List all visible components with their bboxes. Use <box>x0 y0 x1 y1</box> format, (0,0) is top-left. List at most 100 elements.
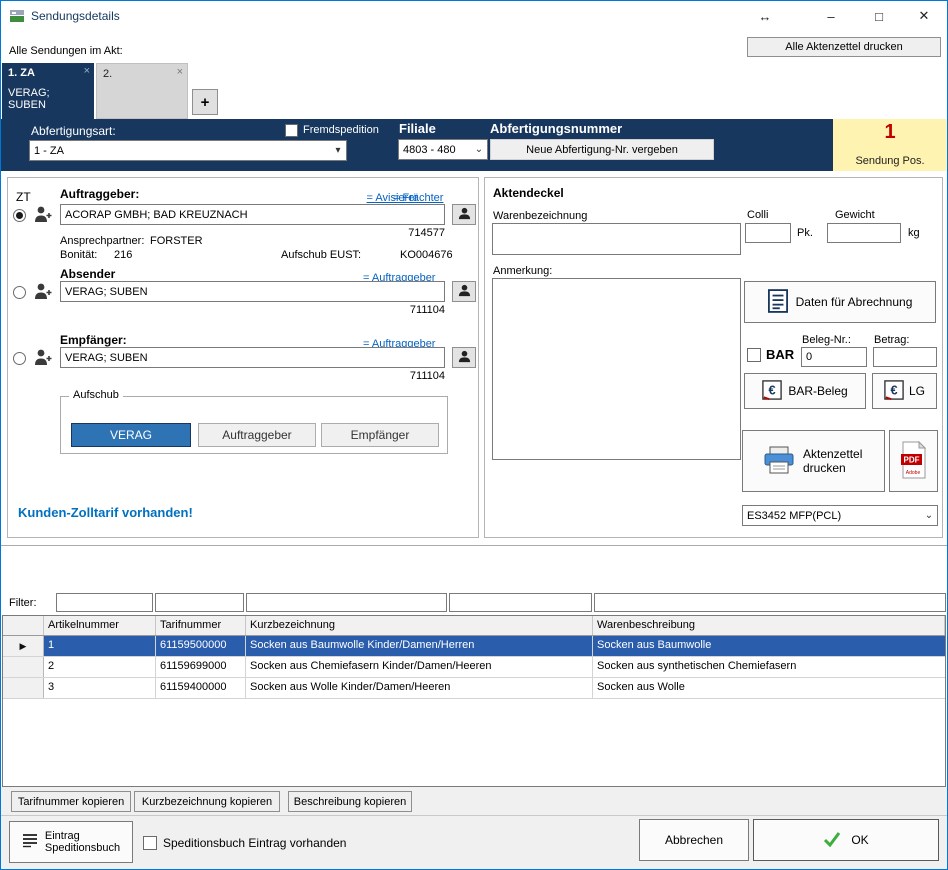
sendungsdetails-window: Sendungsdetails ↔ – □ ✕ Alle Sendungen i… <box>0 0 948 870</box>
column-header-warenbeschreibung[interactable]: Warenbeschreibung <box>593 616 945 635</box>
auftraggeber-input[interactable] <box>60 204 445 225</box>
cell-tarifnummer[interactable]: 61159500000 <box>156 636 246 656</box>
absender-radio[interactable] <box>13 286 26 299</box>
cell-kurzbezeichnung[interactable]: Socken aus Chemiefasern Kinder/Damen/Hee… <box>246 657 593 677</box>
ok-button[interactable]: OK <box>753 819 939 861</box>
filter-input-3[interactable] <box>246 593 447 612</box>
cell-kurzbezeichnung[interactable]: Socken aus Baumwolle Kinder/Damen/Herren <box>246 636 593 656</box>
warenbezeichnung-input[interactable] <box>492 223 741 255</box>
kurzbezeichnung-kopieren-button[interactable]: Kurzbezeichnung kopieren <box>134 791 280 812</box>
tab1-title: 1. ZA <box>8 67 35 79</box>
person-add-icon <box>33 348 53 372</box>
printer-select-value: ES3452 MFP(PCL) <box>747 510 841 522</box>
fremdspedition-label: Fremdspedition <box>303 124 379 136</box>
column-header-kurzbezeichnung[interactable]: Kurzbezeichnung <box>246 616 593 635</box>
svg-text:Adobe: Adobe <box>905 470 920 476</box>
cell-artikelnummer[interactable]: 1 <box>44 636 156 656</box>
pdf-button[interactable]: PDFAdobe <box>889 430 938 492</box>
filter-input-2[interactable] <box>155 593 244 612</box>
bar-beleg-button[interactable]: € BAR-Beleg <box>744 373 866 409</box>
filter-input-4[interactable] <box>449 593 592 612</box>
resize-button[interactable]: ↔ <box>749 3 781 29</box>
eintrag-speditionsbuch-button[interactable]: Eintrag Speditionsbuch <box>9 821 133 863</box>
neue-abfertigung-button[interactable]: Neue Abfertigung-Nr. vergeben <box>490 139 714 160</box>
absender-contact-button[interactable] <box>452 281 476 302</box>
gewicht-unit-label: kg <box>908 227 920 239</box>
aufschub-eust-value: KO004676 <box>400 249 453 261</box>
auftraggeber-radio[interactable] <box>13 209 26 222</box>
printer-select[interactable]: ES3452 MFP(PCL) ⌄ <box>742 505 938 526</box>
cell-artikelnummer[interactable]: 2 <box>44 657 156 677</box>
absender-number: 711104 <box>410 304 445 316</box>
cell-warenbeschreibung[interactable]: Socken aus Wolle <box>593 678 945 698</box>
fraechter-link[interactable]: = Frächter <box>393 192 443 204</box>
close-button[interactable]: ✕ <box>903 3 945 29</box>
maximize-button[interactable]: □ <box>857 3 901 29</box>
sendung-pos-value: 1 <box>884 121 895 144</box>
alle-aktenzettel-drucken-button[interactable]: Alle Aktenzettel drucken <box>747 37 941 57</box>
cell-tarifnummer[interactable]: 61159699000 <box>156 657 246 677</box>
auftraggeber-contact-button[interactable] <box>452 204 476 225</box>
table-row[interactable]: 3 61159400000 Socken aus Wolle Kinder/Da… <box>3 678 945 699</box>
beleg-nr-input[interactable] <box>801 347 867 367</box>
betrag-input[interactable] <box>873 347 937 367</box>
filiale-select[interactable]: 4803 - 480 ⌄ <box>398 139 488 160</box>
window-title: Sendungsdetails <box>31 9 120 23</box>
abbrechen-button[interactable]: Abbrechen <box>639 819 749 861</box>
aufschub-auftraggeber-button[interactable]: Auftraggeber <box>198 423 316 447</box>
column-header-artikelnummer[interactable]: Artikelnummer <box>44 616 156 635</box>
absender-label: Absender <box>60 267 115 281</box>
table-row[interactable]: 2 61159699000 Socken aus Chemiefasern Ki… <box>3 657 945 678</box>
filter-input-1[interactable] <box>56 593 153 612</box>
tab1-line2: SUBEN <box>8 99 46 111</box>
empfaenger-input[interactable] <box>60 347 445 368</box>
abfertigungsart-label: Abfertigungsart: <box>31 124 116 138</box>
absender-input[interactable] <box>60 281 445 302</box>
gewicht-label: Gewicht <box>835 209 875 221</box>
empfaenger-radio[interactable] <box>13 352 26 365</box>
add-tab-button[interactable]: + <box>192 89 218 115</box>
daten-abrechnung-button[interactable]: Daten für Abrechnung <box>744 281 936 323</box>
cell-warenbeschreibung[interactable]: Socken aus Baumwolle <box>593 636 945 656</box>
chevron-down-icon: ⌄ <box>921 510 937 521</box>
row-selector[interactable] <box>3 678 44 698</box>
zt-label: ZT <box>16 190 31 204</box>
cell-warenbeschreibung[interactable]: Socken aus synthetischen Chemiefasern <box>593 657 945 677</box>
abfertigungsart-select[interactable]: 1 - ZA ▾ <box>29 140 347 161</box>
colli-label: Colli <box>747 209 768 221</box>
filiale-value: 4803 - 480 <box>403 144 456 156</box>
chevron-down-icon: ⌄ <box>471 144 487 155</box>
column-header-tarifnummer[interactable]: Tarifnummer <box>156 616 246 635</box>
filter-input-5[interactable] <box>594 593 946 612</box>
table-row[interactable]: ▶ 1 61159500000 Socken aus Baumwolle Kin… <box>3 636 945 657</box>
abfertigungsart-value: 1 - ZA <box>34 145 64 157</box>
bar-checkbox[interactable] <box>747 348 761 362</box>
anmerkung-textarea[interactable] <box>492 278 741 460</box>
aufschub-verag-button[interactable]: VERAG <box>71 423 191 447</box>
gewicht-input[interactable] <box>827 223 901 243</box>
tarifnummer-kopieren-button[interactable]: Tarifnummer kopieren <box>11 791 131 812</box>
empfaenger-contact-button[interactable] <box>452 347 476 368</box>
tab2-close-icon[interactable]: × <box>177 66 183 78</box>
speditionsbuch-checkbox[interactable] <box>143 836 157 850</box>
tab1-close-icon[interactable]: × <box>84 65 90 77</box>
aufschub-legend: Aufschub <box>69 389 123 401</box>
cell-artikelnummer[interactable]: 3 <box>44 678 156 698</box>
chevron-down-icon: ▾ <box>330 145 346 156</box>
row-selector-marker[interactable]: ▶ <box>3 636 44 656</box>
aufschub-empfaenger-button[interactable]: Empfänger <box>321 423 439 447</box>
beschreibung-kopieren-button[interactable]: Beschreibung kopieren <box>288 791 412 812</box>
table-header-row: Artikelnummer Tarifnummer Kurzbezeichnun… <box>3 616 945 636</box>
person-add-icon <box>33 205 53 229</box>
lg-button[interactable]: € LG <box>872 373 937 409</box>
tab-sendung-2[interactable]: 2. × <box>96 63 188 119</box>
cell-kurzbezeichnung[interactable]: Socken aus Wolle Kinder/Damen/Heeren <box>246 678 593 698</box>
minimize-button[interactable]: – <box>809 3 853 29</box>
cell-tarifnummer[interactable]: 61159400000 <box>156 678 246 698</box>
tab-sendung-1[interactable]: 1. ZA × VERAG; SUBEN <box>2 63 94 119</box>
colli-input[interactable] <box>745 223 791 243</box>
row-selector[interactable] <box>3 657 44 677</box>
fremdspedition-checkbox[interactable] <box>285 124 298 137</box>
aktenzettel-drucken-button[interactable]: Aktenzettel drucken <box>742 430 885 492</box>
warenbezeichnung-label: Warenbezeichnung <box>493 210 587 222</box>
